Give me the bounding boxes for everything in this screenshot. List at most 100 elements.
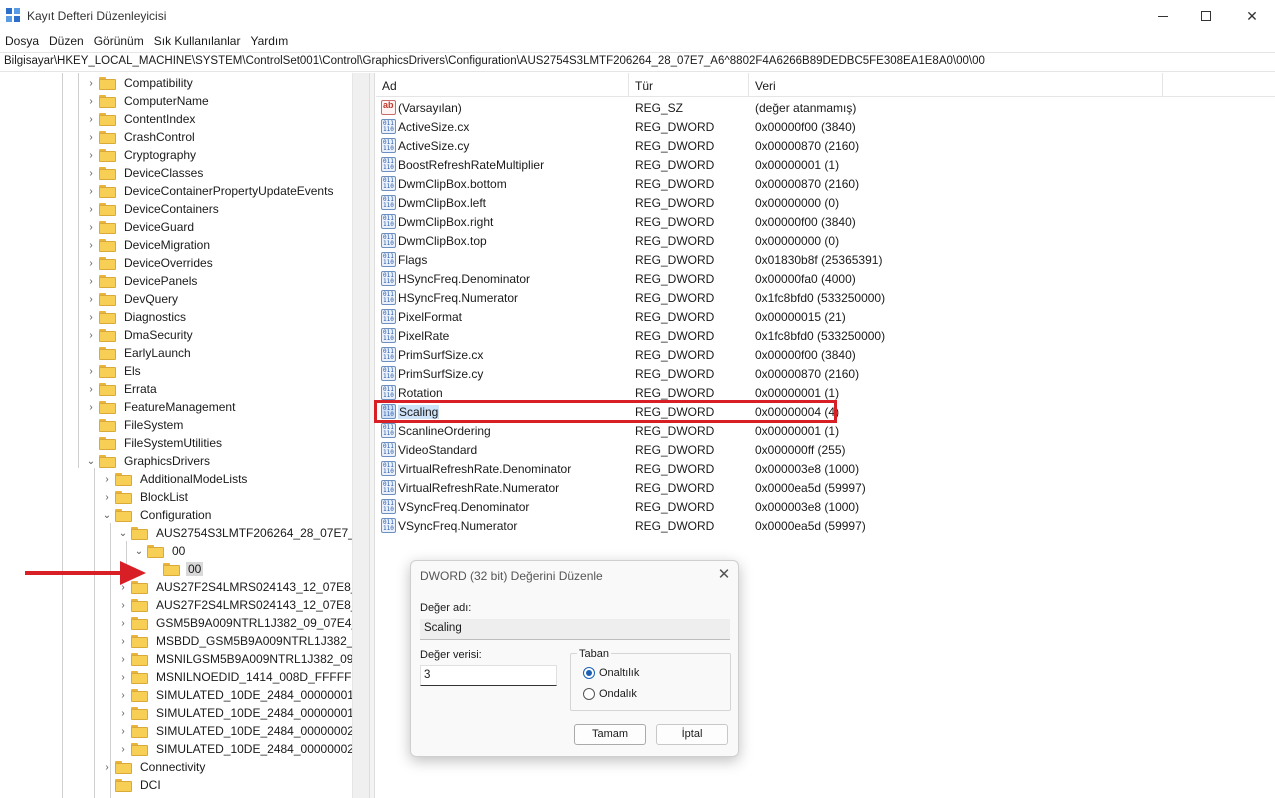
value-row[interactable]: VideoStandard REG_DWORD 0x000000ff (255) [376, 440, 1275, 459]
tree-item[interactable]: ⌄ AUS2754S3LMTF206264_28_07E7_A6^8 [117, 524, 369, 542]
tree-item[interactable]: › DevQuery [85, 290, 180, 308]
chevron-right-icon[interactable]: › [117, 722, 129, 740]
tree-item[interactable]: › DevicePanels [85, 272, 199, 290]
menu-favorites[interactable]: Sık Kullanılanlar [149, 32, 246, 50]
tree-item[interactable]: › MSNILNOEDID_1414_008D_FFFFFFFF_F [117, 668, 369, 686]
radio-selected-icon[interactable] [583, 667, 595, 679]
cancel-button[interactable]: İptal [656, 724, 728, 745]
value-row[interactable]: DwmClipBox.right REG_DWORD 0x00000f00 (384… [376, 212, 1275, 231]
tree-item[interactable]: › Connectivity [101, 758, 207, 776]
tree-item[interactable]: › CrashControl [85, 128, 197, 146]
tree-item[interactable]: › DmaSecurity [85, 326, 195, 344]
value-data-input[interactable]: 3 [420, 665, 557, 686]
tree-item[interactable]: › DeviceMigration [85, 236, 212, 254]
tree-item[interactable]: › Diagnostics [85, 308, 188, 326]
chevron-right-icon[interactable]: › [85, 110, 97, 128]
chevron-right-icon[interactable]: › [85, 74, 97, 92]
chevron-down-icon[interactable]: ⌄ [85, 452, 97, 470]
chevron-right-icon[interactable]: › [117, 578, 129, 596]
value-row[interactable]: PrimSurfSize.cx REG_DWORD 0x00000f00 (3840… [376, 345, 1275, 364]
column-divider[interactable] [1162, 73, 1163, 97]
chevron-right-icon[interactable]: › [117, 650, 129, 668]
value-row[interactable]: DwmClipBox.bottom REG_DWORD 0x00000870 (21… [376, 174, 1275, 193]
value-row[interactable]: ActiveSize.cx REG_DWORD 0x00000f00 (3840) [376, 117, 1275, 136]
tree-item[interactable]: › DeviceGuard [85, 218, 196, 236]
dialog-close-button[interactable]: ✕ [714, 565, 734, 585]
radio-unselected-icon[interactable] [583, 688, 595, 700]
tree-item[interactable]: › DeviceOverrides [85, 254, 215, 272]
tree-item[interactable]: › SIMULATED_10DE_2484_00000002_000 [117, 722, 369, 740]
chevron-right-icon[interactable]: › [85, 254, 97, 272]
tree-item[interactable]: › SIMULATED_10DE_2484_00000001_000 [117, 686, 369, 704]
chevron-right-icon[interactable]: › [85, 362, 97, 380]
tree-item[interactable]: › ContentIndex [85, 110, 197, 128]
tree-item[interactable]: › SIMULATED_10DE_2484_00000001_000 [117, 704, 369, 722]
chevron-right-icon[interactable]: › [85, 182, 97, 200]
menu-file[interactable]: Dosya [0, 32, 44, 50]
column-divider[interactable] [748, 73, 749, 97]
column-header-data[interactable]: Veri [755, 79, 776, 93]
chevron-right-icon[interactable]: › [85, 380, 97, 398]
tree-item[interactable]: › Els [85, 362, 143, 380]
tree-item[interactable]: › AUS27F2S4LMRS024143_12_07E8_37^C [117, 578, 369, 596]
value-row[interactable]: VirtualRefreshRate.Denominator REG_DWORD 0… [376, 459, 1275, 478]
tree-item[interactable]: › Cryptography [85, 146, 198, 164]
tree-item[interactable]: › FeatureManagement [85, 398, 237, 416]
tree-item[interactable]: › BlockList [101, 488, 190, 506]
chevron-right-icon[interactable]: › [117, 614, 129, 632]
chevron-right-icon[interactable]: › [85, 236, 97, 254]
value-row[interactable]: (Varsayılan) REG_SZ (değer atanmamış) [376, 98, 1275, 117]
tree-item[interactable]: FileSystem [85, 416, 185, 434]
chevron-right-icon[interactable]: › [117, 596, 129, 614]
close-button[interactable]: ✕ [1229, 0, 1275, 32]
chevron-right-icon[interactable]: › [85, 146, 97, 164]
value-row[interactable]: VirtualRefreshRate.Numerator REG_DWORD 0x0… [376, 478, 1275, 497]
chevron-right-icon[interactable]: › [85, 308, 97, 326]
tree-item[interactable]: › MSNILGSM5B9A009NTRL1J382_09_07E [117, 650, 369, 668]
value-row[interactable]: DwmClipBox.top REG_DWORD 0x00000000 (0) [376, 231, 1275, 250]
value-row[interactable]: VSyncFreq.Denominator REG_DWORD 0x000003e8… [376, 497, 1275, 516]
minimize-button[interactable] [1140, 0, 1186, 32]
value-row[interactable]: BoostRefreshRateMultiplier REG_DWORD 0x000… [376, 155, 1275, 174]
value-row[interactable]: DwmClipBox.left REG_DWORD 0x00000000 (0) [376, 193, 1275, 212]
tree-item[interactable]: › Errata [85, 380, 159, 398]
ok-button[interactable]: Tamam [574, 724, 646, 745]
chevron-right-icon[interactable]: › [117, 668, 129, 686]
column-divider[interactable] [628, 73, 629, 97]
tree-item[interactable]: › Compatibility [85, 74, 195, 92]
value-row[interactable]: PixelFormat REG_DWORD 0x00000015 (21) [376, 307, 1275, 326]
tree-item[interactable]: ⌄ Configuration [101, 506, 213, 524]
tree-scrollbar[interactable] [352, 73, 369, 798]
chevron-right-icon[interactable]: › [101, 470, 113, 488]
chevron-right-icon[interactable]: › [85, 128, 97, 146]
column-header-name[interactable]: Ad [382, 79, 397, 93]
tree-item[interactable]: › DeviceContainers [85, 200, 221, 218]
value-row[interactable]: VSyncFreq.Numerator REG_DWORD 0x0000ea5d (… [376, 516, 1275, 535]
value-row[interactable]: Flags REG_DWORD 0x01830b8f (25365391) [376, 250, 1275, 269]
radio-hexadecimal[interactable]: Onaltılık [583, 667, 639, 679]
menu-edit[interactable]: Düzen [44, 32, 89, 50]
value-row[interactable]: ScanlineOrdering REG_DWORD 0x00000001 (1) [376, 421, 1275, 440]
chevron-right-icon[interactable]: › [117, 632, 129, 650]
chevron-right-icon[interactable]: › [85, 218, 97, 236]
tree-item[interactable]: FileSystemUtilities [85, 434, 224, 452]
maximize-button[interactable] [1183, 0, 1229, 32]
menu-view[interactable]: Görünüm [89, 32, 149, 50]
chevron-right-icon[interactable]: › [85, 290, 97, 308]
chevron-right-icon[interactable]: › [85, 272, 97, 290]
tree-item[interactable]: ⌄ GraphicsDrivers [85, 452, 212, 470]
value-row[interactable]: PrimSurfSize.cy REG_DWORD 0x00000870 (2160… [376, 364, 1275, 383]
tree-item[interactable]: › AdditionalModeLists [101, 470, 249, 488]
tree-item[interactable]: ⌄ 00 [133, 542, 187, 560]
chevron-right-icon[interactable]: › [117, 686, 129, 704]
chevron-right-icon[interactable]: › [117, 740, 129, 758]
tree-item[interactable]: › ComputerName [85, 92, 211, 110]
tree-item[interactable]: › SIMULATED_10DE_2484_00000002_000 [117, 740, 369, 758]
column-header-type[interactable]: Tür [635, 79, 653, 93]
value-row[interactable]: HSyncFreq.Denominator REG_DWORD 0x00000fa0… [376, 269, 1275, 288]
pane-splitter[interactable] [369, 73, 375, 798]
chevron-right-icon[interactable]: › [101, 488, 113, 506]
value-row[interactable]: HSyncFreq.Numerator REG_DWORD 0x1fc8bfd0 (… [376, 288, 1275, 307]
menu-help[interactable]: Yardım [245, 32, 293, 50]
tree-item[interactable]: › AUS27F2S4LMRS024143_12_07E8_67^8 [117, 596, 369, 614]
